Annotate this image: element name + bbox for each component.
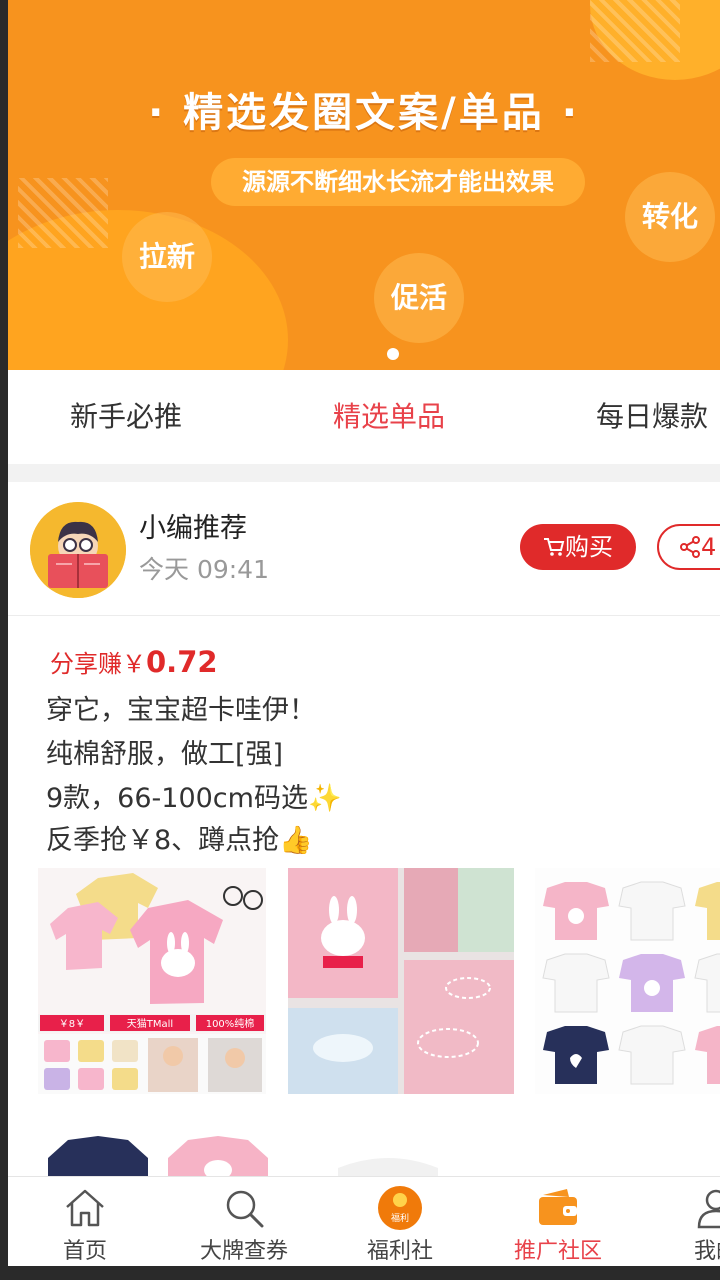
home-icon <box>66 1189 104 1227</box>
tab-selected-items[interactable]: 精选单品 <box>333 370 445 464</box>
banner-bubble: 转化 <box>625 172 715 262</box>
product-photo-shirts: ￥8￥ 天猫TMall 100%纯棉 <box>38 868 266 1094</box>
nav-promo-community[interactable]: 推广社区 <box>498 1177 618 1266</box>
banner-subtitle: 源源不断细水长流才能出效果 <box>211 158 585 206</box>
product-photo-details <box>288 868 514 1094</box>
share-earn: 分享赚￥0.72 <box>50 644 218 679</box>
post-text-line: 穿它，宝宝超卡哇伊！ <box>46 695 316 726</box>
share-earn-amount: 0.72 <box>146 645 218 679</box>
reader-avatar-icon <box>30 502 126 598</box>
share-earn-label: 分享赚￥ <box>50 650 146 678</box>
product-photo-variants <box>535 868 720 1094</box>
banner-title: · 精选发圈文案/单品 · <box>148 90 580 136</box>
bottom-nav: 首页 大牌查券 福利 福利社 推广社区 我 <box>8 1176 720 1266</box>
nav-welfare[interactable]: 福利 福利社 <box>350 1177 450 1266</box>
banner-decor-stripes <box>590 0 680 62</box>
nav-coupon-search-label: 大牌查券 <box>199 1239 288 1264</box>
buy-button-label: 购买 <box>565 533 613 561</box>
price-tag: ￥8￥ <box>59 1019 85 1030</box>
carousel-indicator-dot[interactable] <box>387 348 399 360</box>
product-image[interactable]: ￥8￥ 天猫TMall 100%纯棉 <box>38 868 266 1094</box>
post-text-line: 9款，66-100cm码选✨ <box>46 783 342 814</box>
post-text-line: 反季抢￥8、蹲点抢👍 <box>46 825 313 856</box>
section-separator <box>8 464 720 482</box>
nav-home[interactable]: 首页 <box>45 1177 125 1266</box>
search-icon <box>226 1190 264 1228</box>
post-time: 今天 09:41 <box>139 555 269 584</box>
category-tabs: 新手必推 精选单品 每日爆款 <box>8 370 720 464</box>
tab-newbie[interactable]: 新手必推 <box>70 370 182 464</box>
coin-icon-text: 福利 <box>391 1212 409 1224</box>
share-icon <box>680 536 700 558</box>
share-count: 4 <box>701 533 717 561</box>
nav-coupon-search[interactable]: 大牌查券 <box>184 1177 304 1266</box>
product-image[interactable] <box>288 868 514 1094</box>
post-author: 小编推荐 <box>139 513 247 544</box>
nav-profile-label: 我的 <box>693 1239 720 1264</box>
post-text-line: 纯棉舒服，做工[强] <box>46 739 284 770</box>
nav-welfare-label: 福利社 <box>366 1239 433 1264</box>
cotton-tag: 100%纯棉 <box>206 1017 255 1030</box>
divider <box>8 615 720 616</box>
buy-button[interactable]: 购买 <box>520 524 636 570</box>
avatar[interactable] <box>30 502 126 598</box>
nav-profile[interactable]: 我的 <box>676 1177 720 1266</box>
share-button[interactable]: 4 <box>657 524 720 570</box>
banner-bubble: 促活 <box>374 253 464 343</box>
product-image-row[interactable] <box>38 1128 720 1178</box>
tmall-tag: 天猫TMall <box>127 1017 173 1030</box>
promo-banner[interactable]: · 精选发圈文案/单品 · 源源不断细水长流才能出效果 拉新 促活 转化 <box>8 0 720 370</box>
product-image[interactable] <box>535 868 720 1094</box>
banner-decor-stripes <box>18 178 108 248</box>
cart-icon <box>544 538 565 556</box>
app-screen: · 精选发圈文案/单品 · 源源不断细水长流才能出效果 拉新 促活 转化 新手必… <box>8 0 720 1266</box>
product-photo-partial <box>48 1136 438 1178</box>
coin-icon: 福利 <box>378 1186 422 1230</box>
wallet-icon <box>539 1189 577 1225</box>
tab-daily-hot[interactable]: 每日爆款 <box>596 370 708 464</box>
banner-bubble: 拉新 <box>122 212 212 302</box>
nav-promo-community-label: 推广社区 <box>513 1239 602 1264</box>
user-icon <box>697 1189 720 1229</box>
nav-home-label: 首页 <box>62 1239 107 1264</box>
